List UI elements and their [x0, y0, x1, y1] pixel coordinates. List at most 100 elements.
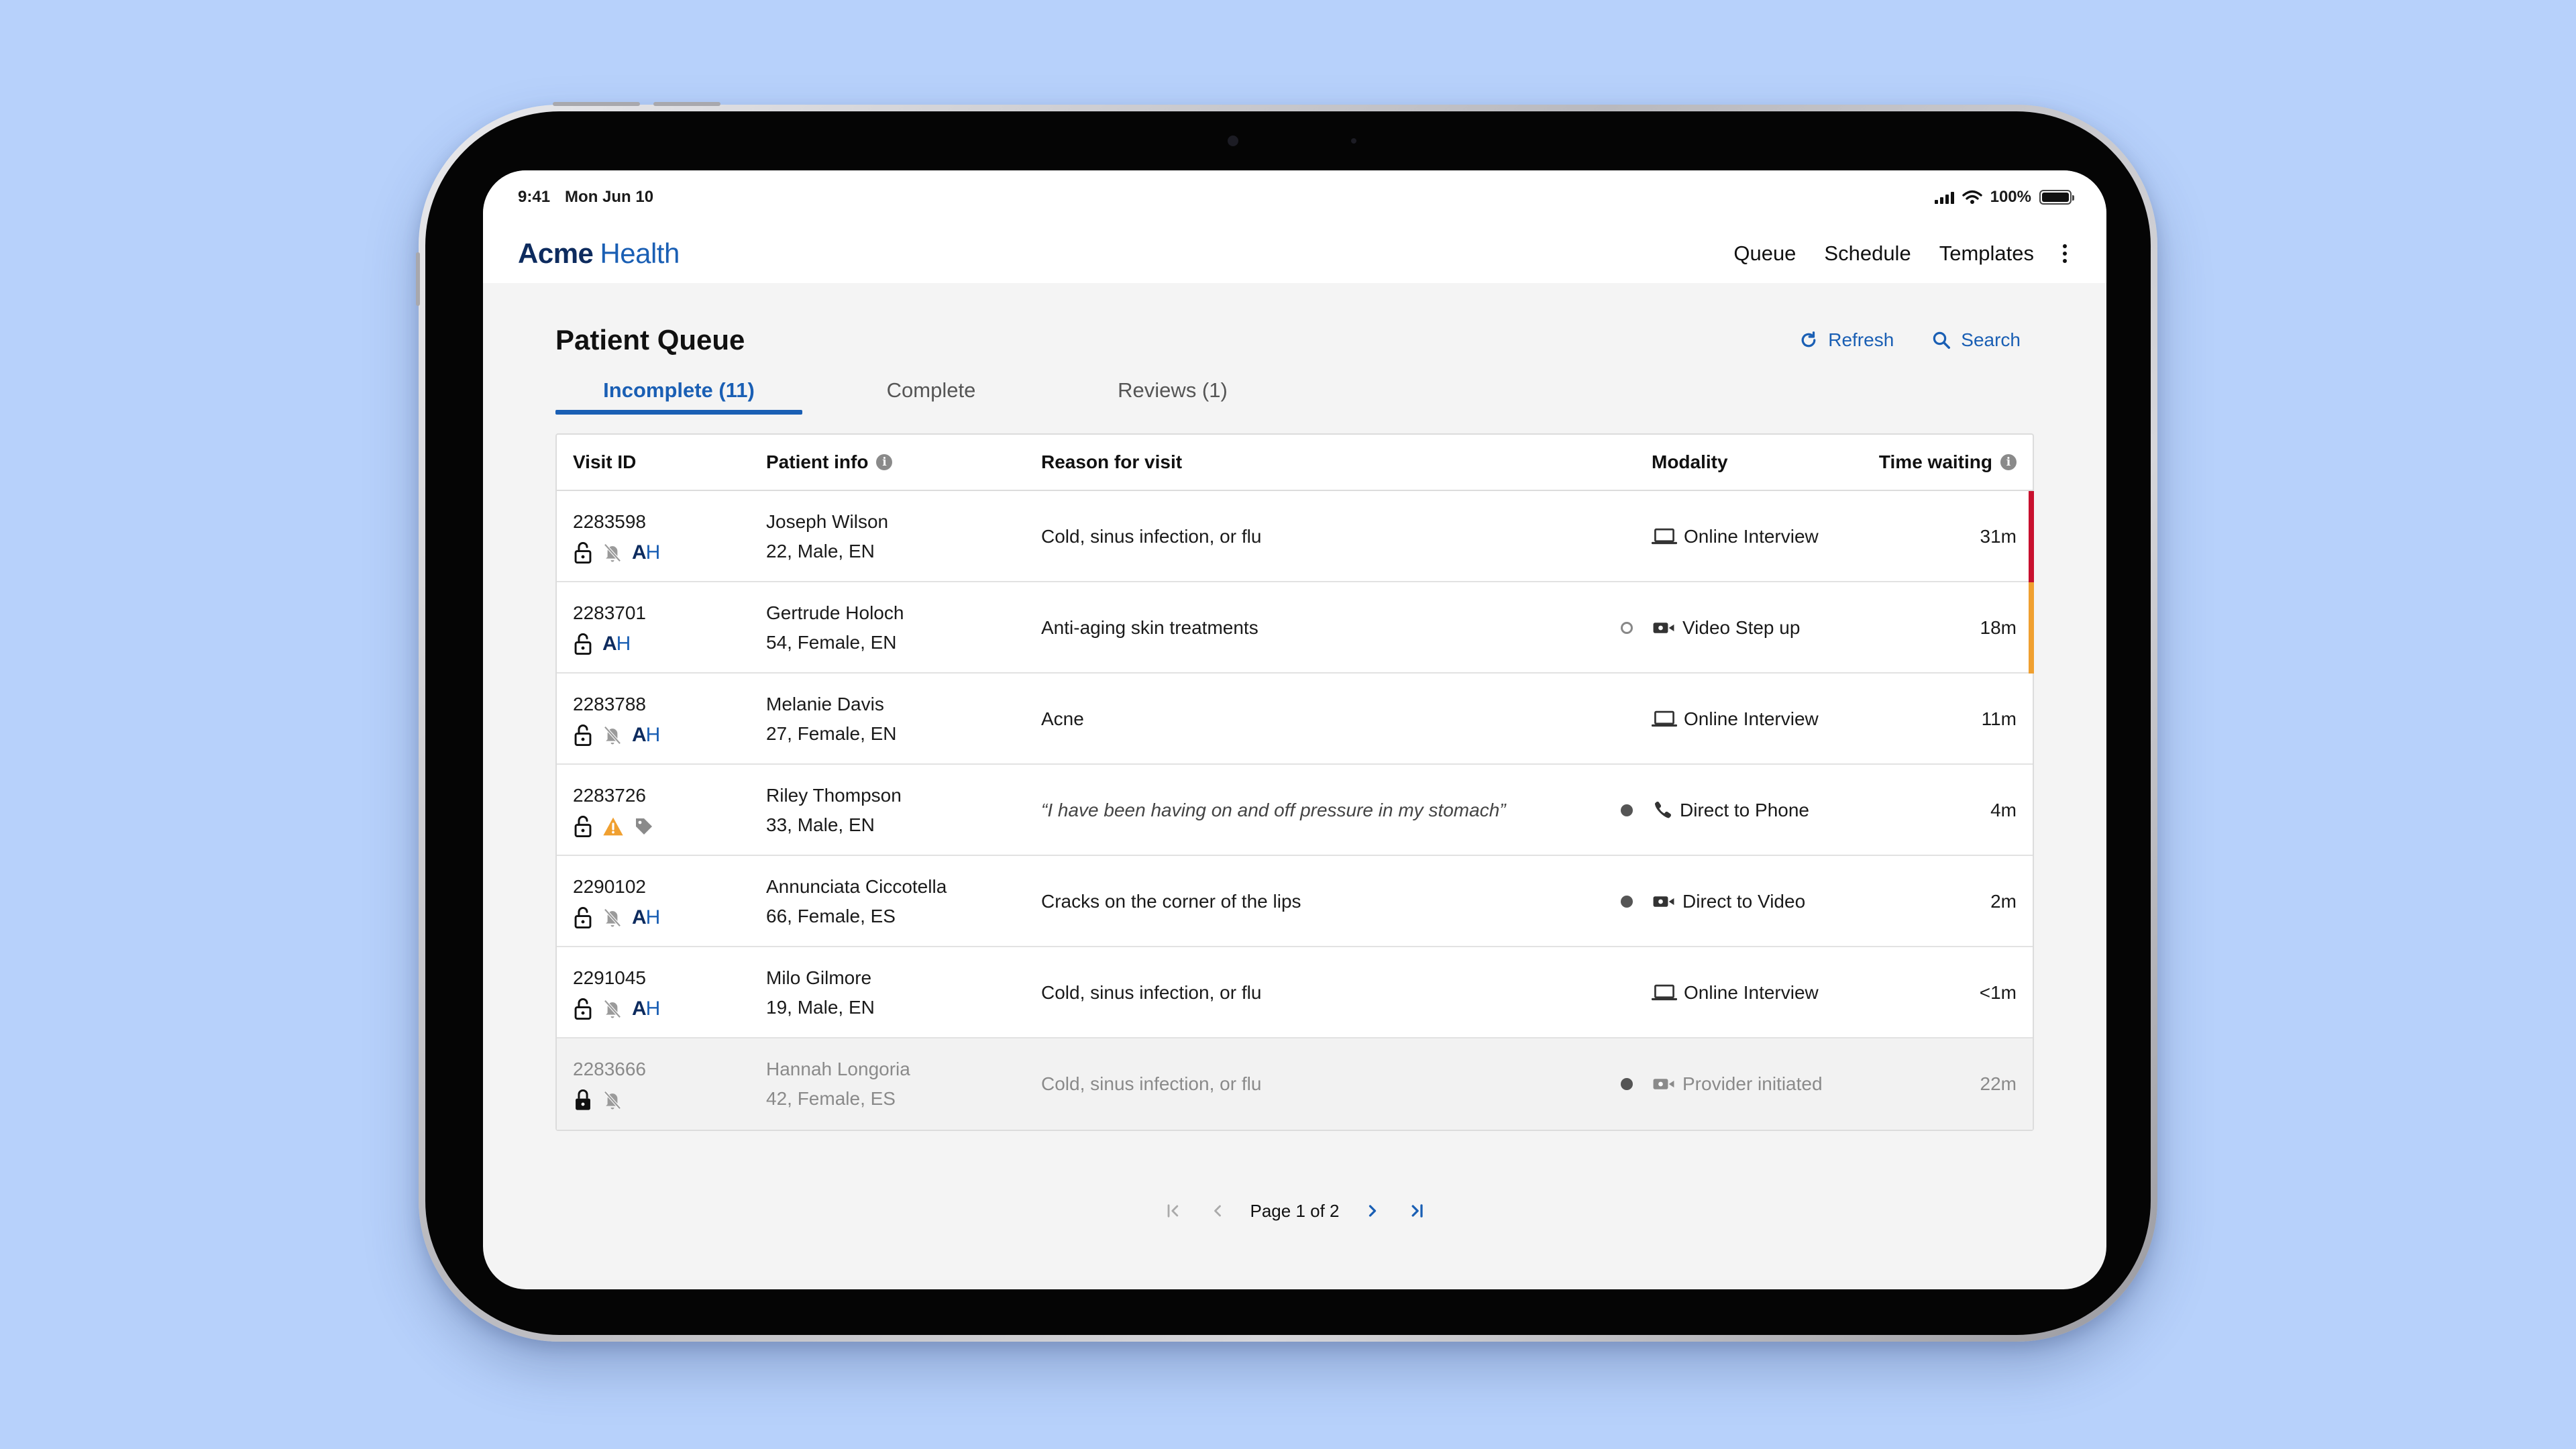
last-page-icon	[1411, 1204, 1423, 1218]
tab-incomplete[interactable]: Incomplete (11)	[555, 370, 802, 415]
visit-reason: Anti-aging skin treatments	[1041, 617, 1258, 638]
visit-id: 2291045	[573, 967, 647, 988]
status-dot	[1621, 622, 1633, 634]
lock-open-icon	[574, 906, 592, 929]
patient-name: Milo Gilmore	[766, 967, 872, 988]
first-page-icon	[1167, 1204, 1178, 1218]
tag-icon	[636, 818, 652, 835]
video-icon	[1653, 623, 1674, 633]
patient-queue-table: Visit ID Patient info i Reason for visit …	[555, 433, 2034, 1131]
side-button	[416, 252, 420, 306]
header-time-waiting[interactable]: Time waiting i	[1879, 451, 2017, 473]
header-reason[interactable]: Reason for visit	[1041, 451, 1182, 473]
refresh-icon	[1801, 331, 1816, 347]
brand-logo[interactable]: Acme Health	[518, 237, 680, 270]
header-patient-info[interactable]: Patient info i	[766, 451, 893, 473]
status-dot	[1621, 804, 1633, 816]
visit-reason: Acne	[1041, 708, 1084, 729]
visit-id: 2283701	[573, 602, 647, 623]
patient-name: Joseph Wilson	[766, 511, 889, 532]
tab-complete[interactable]: Complete	[851, 370, 1012, 411]
top-button	[553, 102, 640, 106]
patient-name: Annunciata Ciccotella	[766, 876, 947, 897]
acme-health-badge: AH	[602, 633, 631, 655]
more-menu-icon[interactable]	[2058, 240, 2072, 267]
status-date: Mon Jun 10	[565, 188, 654, 206]
first-page-button[interactable]	[1151, 1194, 1195, 1228]
table-row[interactable]: 2283701 AH Gertrude Holoch 54, Female, E…	[557, 582, 2034, 674]
visit-status-icons: AH	[573, 904, 660, 931]
visit-modality: Direct to Video	[1652, 856, 1805, 947]
lock-open-icon	[574, 724, 592, 747]
visit-id: 2283788	[573, 694, 647, 714]
visit-reason: Cold, sinus infection, or flu	[1041, 982, 1262, 1003]
patient-demographics: 42, Female, ES	[766, 1088, 896, 1109]
table-row[interactable]: 2283788 AH Melanie Davis 27, Female, EN …	[557, 674, 2033, 765]
search-button[interactable]: Search	[1931, 329, 2021, 351]
table-row[interactable]: 2290102 AH Annunciata Ciccotella 66, Fem…	[557, 856, 2033, 947]
priority-flag	[2029, 491, 2034, 582]
pagination: Page 1 of 2	[555, 1194, 2034, 1228]
time-waiting: 2m	[1990, 891, 2017, 912]
tab-reviews[interactable]: Reviews (1)	[1065, 370, 1280, 411]
nav-schedule[interactable]: Schedule	[1824, 241, 1911, 266]
page-indicator: Page 1 of 2	[1250, 1200, 1340, 1221]
visit-modality: Online Interview	[1652, 491, 1819, 582]
status-time: 9:41	[518, 188, 551, 206]
table-header: Visit ID Patient info i Reason for visit …	[557, 435, 2033, 491]
patient-demographics: 19, Male, EN	[766, 997, 875, 1018]
acme-health-badge: AH	[632, 724, 660, 746]
nav-queue[interactable]: Queue	[1733, 241, 1796, 266]
table-row[interactable]: 2283666 Hannah Longoria 42, Female, ES C…	[557, 1038, 2033, 1130]
patient-demographics: 22, Male, EN	[766, 541, 875, 561]
table-row[interactable]: 2283598 AH Joseph Wilson 22, Male, EN Co…	[557, 491, 2034, 582]
visit-status-icons	[573, 1087, 623, 1114]
acme-health-badge: AH	[632, 998, 660, 1020]
next-page-button[interactable]	[1350, 1194, 1395, 1228]
acme-health-badge: AH	[632, 906, 660, 928]
status-indicators: 100%	[1934, 188, 2074, 207]
tablet-device: 9:41 Mon Jun 10 100% Acme Health Queue S…	[416, 102, 2157, 1342]
status-dot	[1621, 1078, 1633, 1090]
top-button	[653, 102, 720, 106]
refresh-button[interactable]: Refresh	[1799, 329, 1894, 351]
visit-reason: Cracks on the corner of the lips	[1041, 891, 1301, 912]
previous-page-button[interactable]	[1195, 1194, 1240, 1228]
front-camera	[1228, 136, 1238, 146]
chevron-right-icon	[1368, 1205, 1376, 1217]
info-icon[interactable]: i	[876, 454, 893, 470]
visit-id: 2283598	[573, 511, 647, 532]
patient-name: Hannah Longoria	[766, 1059, 910, 1079]
header-visit-id[interactable]: Visit ID	[573, 451, 636, 473]
header-modality[interactable]: Modality	[1652, 451, 1728, 473]
modality-label: Online Interview	[1684, 708, 1819, 729]
lock-open-icon	[574, 541, 592, 564]
brand-name-secondary: Health	[600, 237, 680, 269]
lock-open-icon	[574, 998, 592, 1020]
battery-icon	[2039, 190, 2074, 205]
chevron-left-icon	[1214, 1205, 1221, 1217]
table-row[interactable]: 2283726 Riley Thompson 33, Male, EN “I h…	[557, 765, 2033, 856]
patient-name: Gertrude Holoch	[766, 602, 904, 623]
modality-label: Direct to Video	[1682, 891, 1806, 912]
nav-templates[interactable]: Templates	[1939, 241, 2034, 266]
lock-open-icon	[574, 815, 592, 838]
brand-name-primary: Acme	[518, 237, 594, 269]
bell-off-icon	[604, 543, 621, 562]
patient-demographics: 33, Male, EN	[766, 814, 875, 835]
info-icon[interactable]: i	[2000, 454, 2017, 470]
last-page-button[interactable]	[1395, 1194, 1439, 1228]
time-waiting: 18m	[1980, 617, 2017, 638]
search-icon	[1933, 331, 1951, 349]
table-row[interactable]: 2291045 AH Milo Gilmore 19, Male, EN Col…	[557, 947, 2033, 1038]
warning-icon	[603, 817, 623, 836]
bell-off-icon	[604, 1000, 621, 1018]
visit-id: 2290102	[573, 876, 647, 897]
video-icon	[1653, 896, 1674, 907]
visit-status-icons: AH	[573, 539, 660, 566]
priority-flag	[2029, 582, 2034, 674]
visit-status-icons: AH	[573, 631, 631, 657]
visit-reason: Cold, sinus infection, or flu	[1041, 526, 1262, 547]
sensor	[1351, 138, 1356, 144]
status-bar: 9:41 Mon Jun 10 100%	[483, 170, 2106, 224]
